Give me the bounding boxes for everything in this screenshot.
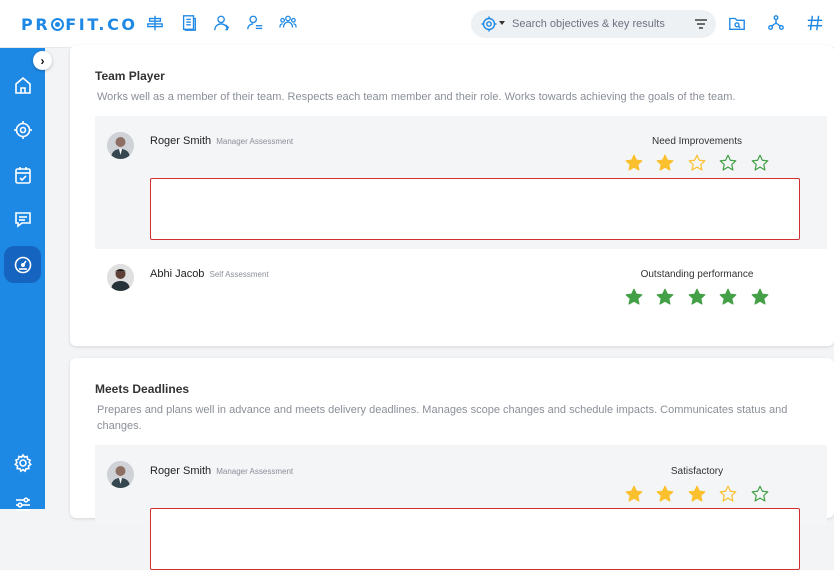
star-filled-icon[interactable] xyxy=(650,288,682,306)
star-filled-icon[interactable] xyxy=(681,485,713,503)
assessment-type: Manager Assessment xyxy=(216,137,294,146)
star-empty-icon[interactable] xyxy=(744,154,776,172)
assessment-type: Manager Assessment xyxy=(216,467,294,476)
rating-label: Need Improvements xyxy=(651,136,743,147)
star-rating[interactable] xyxy=(618,485,776,503)
star-empty-icon[interactable] xyxy=(713,154,745,172)
star-filled-icon[interactable] xyxy=(650,154,682,172)
star-filled-icon[interactable] xyxy=(681,288,713,306)
star-filled-icon[interactable] xyxy=(618,485,650,503)
collapse-sidebar-button[interactable]: › xyxy=(33,51,52,70)
competency-card-meets-deadlines: Meets Deadlines Prepares and plans well … xyxy=(70,358,834,570)
star-filled-icon[interactable] xyxy=(650,485,682,503)
star-empty-icon[interactable] xyxy=(713,485,745,503)
sliders-icon[interactable] xyxy=(8,489,37,518)
comment-textarea[interactable] xyxy=(150,178,800,240)
team-user-icon[interactable] xyxy=(212,13,232,33)
top-bar: PR FIT.CO xyxy=(0,0,834,48)
target-icon[interactable] xyxy=(481,16,497,32)
star-empty-icon[interactable] xyxy=(681,154,713,172)
assessor-name: Roger Smith Manager Assessment xyxy=(150,465,294,477)
performance-dashboard-icon[interactable] xyxy=(4,246,41,283)
search-bar xyxy=(471,10,716,38)
hashtag-icon[interactable] xyxy=(805,13,825,33)
avatar xyxy=(107,461,134,488)
chevron-down-icon[interactable] xyxy=(499,21,505,25)
rating-label: Outstanding performance xyxy=(640,269,754,280)
reports-icon[interactable] xyxy=(179,13,199,33)
star-filled-icon[interactable] xyxy=(713,288,745,306)
avatar xyxy=(107,132,134,159)
assessor-name: Roger Smith Manager Assessment xyxy=(150,135,294,147)
manager-assessment-row: Roger Smith Manager Assessment Satisfact… xyxy=(95,445,827,570)
star-filled-icon[interactable] xyxy=(618,288,650,306)
star-empty-icon[interactable] xyxy=(744,485,776,503)
hierarchy-icon[interactable] xyxy=(766,13,786,33)
assessor-name: Abhi Jacob Self Assessment xyxy=(150,268,269,280)
section-description: Prepares and plans well in advance and m… xyxy=(97,404,788,432)
star-rating[interactable] xyxy=(618,154,776,172)
rating-label: Satisfactory xyxy=(670,466,724,477)
self-assessment-row: Abhi Jacob Self Assessment Outstanding p… xyxy=(95,257,827,317)
assessment-type: Self Assessment xyxy=(209,270,269,279)
calendar-check-icon[interactable] xyxy=(8,160,37,189)
folder-search-icon[interactable] xyxy=(727,13,747,33)
profit-logo[interactable]: PR FIT.CO xyxy=(21,15,138,34)
settings-gear-icon[interactable] xyxy=(8,448,37,477)
section-title: Meets Deadlines xyxy=(95,382,190,396)
competency-card-team-player: Team Player Works well as a member of th… xyxy=(70,45,834,346)
search-input[interactable] xyxy=(512,16,682,32)
comment-textarea[interactable] xyxy=(150,508,800,570)
user-list-icon[interactable] xyxy=(245,13,265,33)
chat-icon[interactable] xyxy=(8,204,37,233)
section-title: Team Player xyxy=(95,69,165,83)
sidebar xyxy=(0,48,45,511)
filter-icon[interactable] xyxy=(694,17,708,31)
group-icon[interactable] xyxy=(278,13,298,33)
star-filled-icon[interactable] xyxy=(744,288,776,306)
star-filled-icon[interactable] xyxy=(618,154,650,172)
alignment-icon[interactable] xyxy=(145,13,165,33)
manager-assessment-row: Roger Smith Manager Assessment Need Impr… xyxy=(95,116,827,249)
home-icon[interactable] xyxy=(8,70,37,99)
star-rating[interactable] xyxy=(618,288,776,306)
section-description: Works well as a member of their team. Re… xyxy=(97,91,736,103)
avatar xyxy=(107,264,134,291)
objectives-target-icon[interactable] xyxy=(8,115,37,144)
logo-target-icon xyxy=(51,18,65,31)
